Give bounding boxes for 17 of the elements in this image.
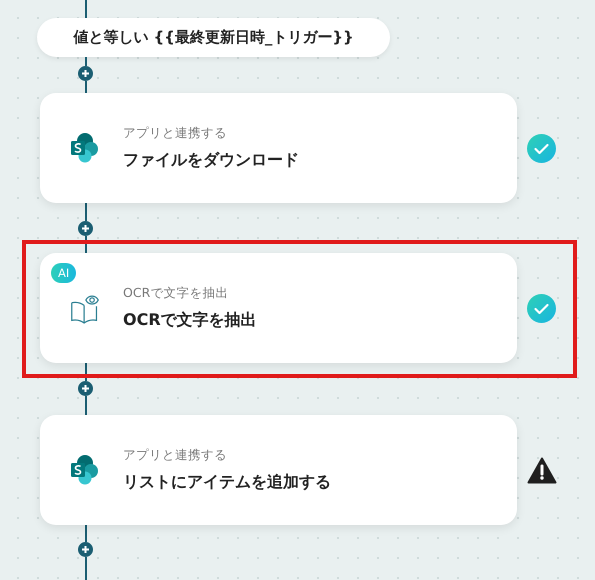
step-card[interactable]: アプリと連携する ファイルをダウンロード [40,93,517,203]
step-title: ファイルをダウンロード [123,150,299,171]
step-title: リストにアイテムを追加する [123,472,331,493]
add-step-button[interactable] [78,221,93,236]
step-caption: アプリと連携する [123,447,228,464]
add-step-button[interactable] [78,381,93,396]
add-step-button[interactable] [78,542,93,557]
ai-badge: AI [51,263,76,283]
step-title: OCRで文字を抽出 [123,310,257,331]
app-logo-icon [70,132,100,164]
add-step-button[interactable] [78,66,93,81]
step-card[interactable]: アプリと連携する リストにアイテムを追加する [40,415,517,525]
step-card[interactable]: OCRで文字を抽出 OCRで文字を抽出 AI [40,253,517,363]
condition-label[interactable]: 値と等しい {{最終更新日時_トリガー}} [37,18,390,57]
app-logo-icon [70,454,100,486]
step-caption: アプリと連携する [123,125,228,142]
step-caption: OCRで文字を抽出 [123,285,230,302]
